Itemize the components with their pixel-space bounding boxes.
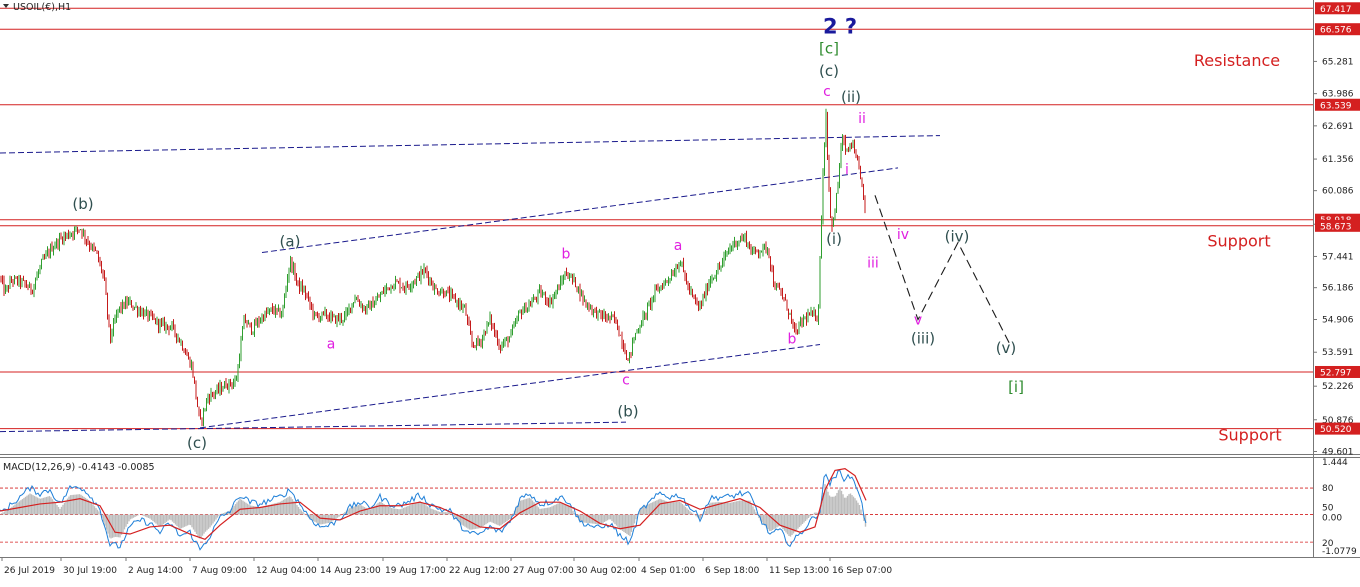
time-tick-label: 27 Aug 07:00 (513, 566, 574, 576)
price-box-label: 58.673 (1320, 222, 1352, 232)
time-tick-label: 16 Sep 07:00 (832, 566, 892, 576)
chart-background (0, 0, 1360, 583)
wave-label: [i] (1008, 378, 1024, 396)
wave-label: (i) (826, 230, 842, 248)
price-box-label: 50.520 (1320, 425, 1352, 435)
macd-tick-label: -1.0779 (1322, 547, 1357, 557)
time-tick-label: 11 Sep 13:00 (769, 566, 829, 576)
wave-label: b (788, 331, 797, 347)
price-tick-label: 49.601 (1322, 447, 1354, 457)
wave-label: (b) (72, 195, 93, 213)
price-tick-label: 56.186 (1322, 284, 1354, 294)
price-tick-label: 52.226 (1322, 382, 1354, 392)
wave-label: a (674, 238, 683, 254)
zone-label: Support (1218, 425, 1281, 444)
wave-label: (c) (187, 434, 207, 452)
wave-label: a (327, 336, 336, 352)
zone-label: Support (1207, 231, 1270, 250)
macd-tick-label: 80 (1322, 484, 1334, 494)
macd-title: MACD(12,26,9) -0.4143 -0.0085 (3, 462, 155, 473)
price-tick-label: 62.691 (1322, 122, 1354, 132)
wave-label: c (622, 372, 630, 388)
symbol-label: USOIL(€),H1 (13, 2, 71, 13)
time-tick-label: 7 Aug 09:00 (192, 566, 247, 576)
time-tick-label: 12 Aug 04:00 (256, 566, 317, 576)
zone-label: Resistance (1194, 51, 1280, 70)
macd-tick-label: 1.444 (1322, 458, 1348, 468)
price-tick-label: 63.986 (1322, 90, 1354, 100)
time-tick-label: 30 Aug 02:00 (576, 566, 637, 576)
usoil-chart[interactable]: (b) (a) a (c) b c (b) a b 2 ? [c] (c) c (ii) ii i (i) iv i… (0, 0, 1360, 583)
wave-label: iv (897, 227, 909, 243)
price-box-label: 63.539 (1320, 101, 1352, 111)
price-box-label: 67.417 (1320, 5, 1352, 15)
wave-label: (iv) (945, 227, 970, 245)
price-tick-label: 60.086 (1322, 187, 1354, 197)
wave-label: 2 ? (823, 15, 857, 39)
wave-label: b (562, 247, 571, 263)
time-tick-label: 22 Aug 12:00 (449, 566, 510, 576)
price-tick-label: 54.906 (1322, 316, 1354, 326)
wave-label: (iii) (911, 329, 935, 347)
price-tick-label: 53.591 (1322, 348, 1354, 358)
time-tick-label: 19 Aug 17:00 (385, 566, 446, 576)
price-tick-label: 61.356 (1322, 155, 1354, 165)
wave-label: ii (858, 111, 866, 127)
wave-label: [c] (819, 39, 839, 57)
wave-label: v (914, 313, 922, 329)
wave-label: (b) (617, 403, 638, 421)
wave-label: i (845, 162, 849, 178)
wave-label: c (823, 84, 831, 100)
price-tick-label: 57.441 (1322, 252, 1354, 262)
time-tick-label: 14 Aug 23:00 (320, 566, 381, 576)
wave-label: (v) (996, 339, 1017, 357)
time-tick-label: 2 Aug 14:00 (128, 566, 183, 576)
time-tick-label: 30 Jul 19:00 (63, 566, 117, 576)
price-box-label: 66.576 (1320, 26, 1352, 36)
wave-label: (ii) (841, 88, 861, 106)
price-box-label: 52.797 (1320, 368, 1352, 378)
time-tick-label: 26 Jul 2019 (4, 566, 55, 576)
macd-tick-label: 0.00 (1322, 514, 1342, 524)
price-tick-label: 65.281 (1322, 57, 1354, 67)
wave-label: (c) (819, 62, 839, 80)
wave-label: iii (867, 255, 879, 271)
chart-svg[interactable]: (b)(a)a(c)bc(b)ab2 ?[c](c)c (ii)iii(i) ivi… (0, 0, 1360, 583)
macd-tick-label: 50 (1322, 504, 1334, 514)
time-tick-label: 4 Sep 01:00 (641, 566, 696, 576)
wave-label: (a) (280, 232, 301, 250)
time-tick-label: 6 Sep 18:00 (705, 566, 760, 576)
